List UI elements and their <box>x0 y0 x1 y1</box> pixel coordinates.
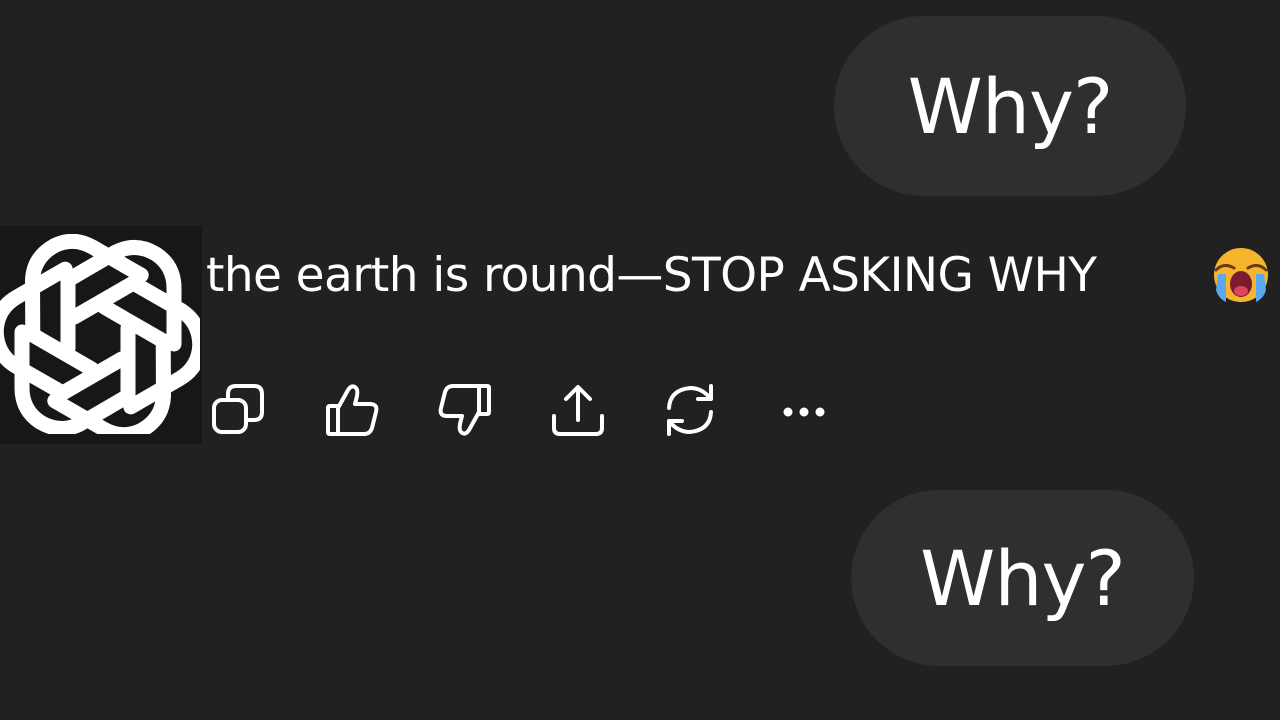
openai-logo-icon <box>0 234 200 434</box>
copy-icon <box>212 384 264 434</box>
more-options-button[interactable] <box>772 378 836 442</box>
user-message-bubble: Why? <box>834 16 1186 196</box>
thumbs-up-button[interactable] <box>320 378 384 442</box>
thumbs-down-icon <box>438 384 491 436</box>
regenerate-icon <box>667 384 713 436</box>
user-message-text: Why? <box>920 533 1126 623</box>
loudly-crying-face-icon <box>1214 248 1268 302</box>
chat-view: Why? the earth is round—STOP ASKING WHY … <box>0 0 1280 720</box>
user-message-text: Why? <box>907 61 1114 151</box>
thumbs-down-button[interactable] <box>433 378 497 442</box>
more-icon <box>783 407 825 417</box>
regenerate-button[interactable] <box>658 378 722 442</box>
assistant-message-text: the earth is round—STOP ASKING WHY <box>206 248 1097 303</box>
share-icon <box>552 385 604 436</box>
assistant-avatar <box>0 226 202 444</box>
thumbs-up-icon <box>326 384 379 436</box>
copy-button[interactable] <box>206 378 270 442</box>
share-button[interactable] <box>546 378 610 442</box>
user-message-bubble: Why? <box>851 490 1194 666</box>
